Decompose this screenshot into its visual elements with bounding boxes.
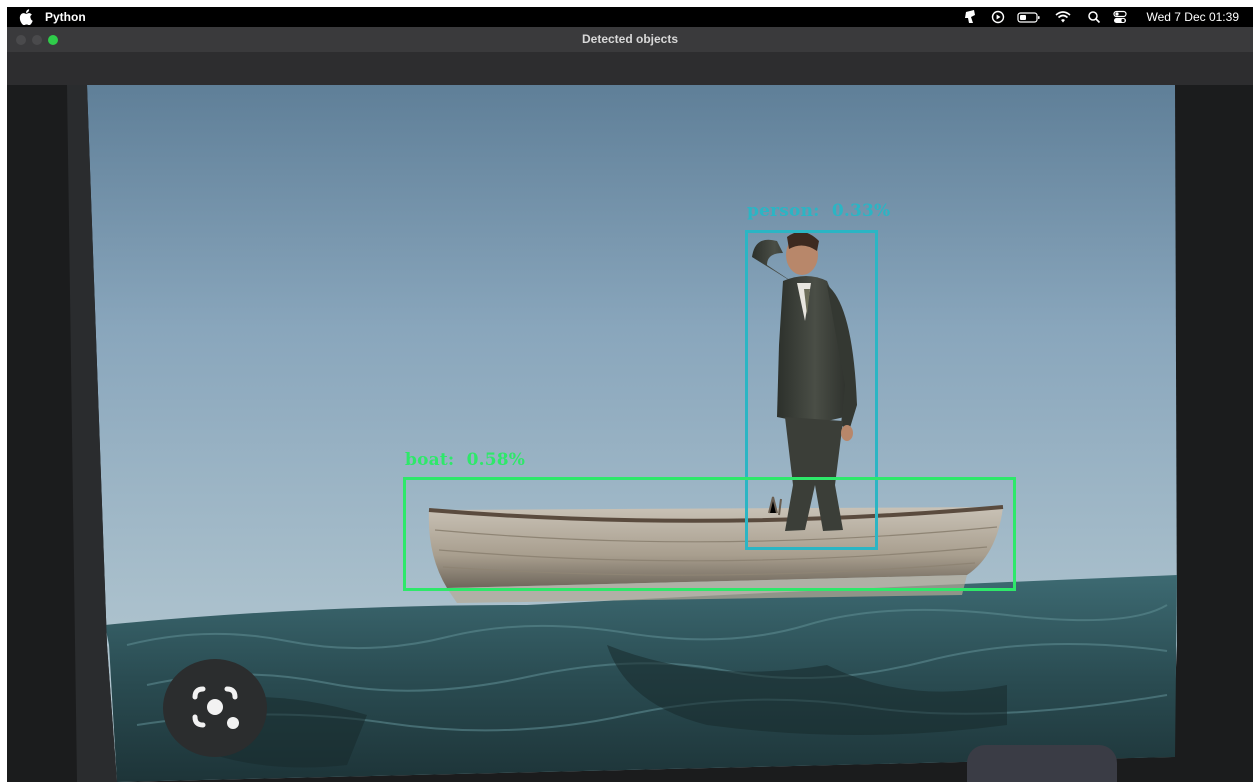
boat-detection-label: boat: 0.58%: [405, 450, 526, 470]
window-title-bar[interactable]: Detected objects: [7, 27, 1253, 53]
wifi-icon[interactable]: [1055, 9, 1071, 25]
inspector-icon[interactable]: [963, 9, 977, 25]
detection-image-view: person: 0.33% boat: 0.58%: [7, 85, 1253, 782]
apple-icon[interactable]: [19, 9, 33, 25]
control-center-icon[interactable]: [1113, 9, 1127, 25]
screenshot-capture-icon: [192, 686, 239, 729]
window-toolbar: [7, 52, 1253, 85]
menu-bar-clock[interactable]: Wed 7 Dec 01:39: [1146, 10, 1239, 24]
capture-button[interactable]: [163, 659, 267, 757]
battery-icon[interactable]: [1017, 9, 1041, 25]
search-icon[interactable]: [1087, 9, 1101, 25]
app-menu-python[interactable]: Python: [45, 10, 86, 24]
person-detection-label: person: 0.33%: [747, 201, 891, 221]
play-circle-icon[interactable]: [991, 9, 1005, 25]
overlay-control[interactable]: [967, 745, 1117, 782]
boat-bounding-box: [403, 477, 1016, 591]
menu-bar: Python Wed 7 Dec 01:39: [7, 7, 1253, 27]
window-title: Detected objects: [581, 32, 679, 46]
